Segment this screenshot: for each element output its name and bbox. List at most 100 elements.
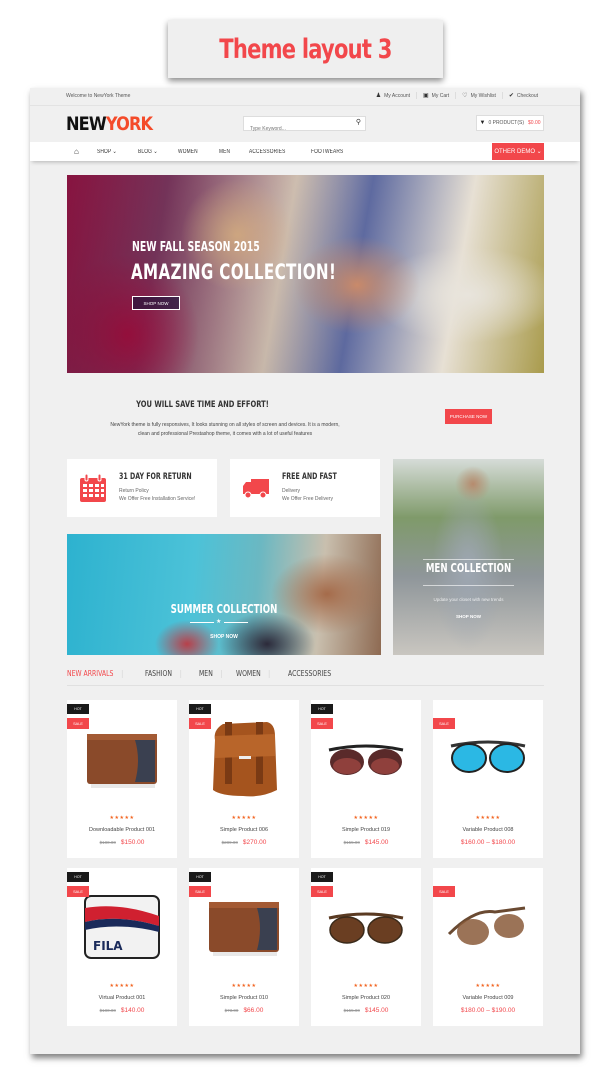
product-image[interactable] bbox=[323, 878, 409, 968]
nav-item-women[interactable]: Women bbox=[178, 149, 198, 155]
search-icon[interactable]: ⚲ bbox=[356, 118, 361, 126]
product-card[interactable]: HOT SALE ★★★★★ Simple Product 019 $155.00 $14… bbox=[311, 700, 421, 858]
bag-icon: ▣ bbox=[423, 93, 429, 99]
feature-return: 31 DAY FOR RETURN Return Policy We Offer… bbox=[67, 459, 217, 517]
caption-badge: Theme layout 3 bbox=[168, 20, 443, 78]
summer-shop-now-link[interactable]: SHOP NOW bbox=[67, 634, 381, 640]
summer-collection-banner[interactable]: SUMMER COLLECTION ★ SHOP NOW bbox=[67, 534, 381, 655]
tab-women[interactable]: WOMEN bbox=[236, 670, 271, 678]
nav-item-blog[interactable]: Blog ⌄ bbox=[138, 148, 158, 155]
product-name[interactable]: Simple Product 020 bbox=[311, 995, 421, 1001]
product-image[interactable] bbox=[323, 710, 409, 800]
chevron-down-icon: ⌄ bbox=[536, 149, 542, 155]
logo-part1: NEW bbox=[66, 113, 107, 135]
product-card[interactable]: HOT SALE ★★★★★ Downloadable Product 001 $180… bbox=[67, 700, 177, 858]
product-image[interactable] bbox=[201, 878, 287, 968]
home-icon[interactable]: ⌂ bbox=[74, 147, 79, 156]
logo[interactable]: NEWYORK bbox=[66, 113, 153, 135]
product-card[interactable]: HOT SALE ★★★★★ Simple Product 006 $289.00 $27… bbox=[189, 700, 299, 858]
my-wishlist-label: My Wishlist bbox=[470, 92, 496, 99]
product-image[interactable] bbox=[445, 710, 531, 800]
old-price: $289.00 bbox=[221, 840, 238, 845]
star-icon: ★ bbox=[216, 619, 222, 625]
product-price: $289.00 $270.00 bbox=[189, 839, 299, 846]
hot-badge: HOT bbox=[311, 872, 333, 882]
feature-line1: Delivery bbox=[282, 488, 301, 494]
top-bar: Welcome to NewYork Theme ♟ My Account ▣ My… bbox=[30, 88, 580, 106]
divider bbox=[190, 622, 214, 623]
hero-slider[interactable]: NEW FALL SEASON 2015 AMAZING COLLECTION!… bbox=[67, 175, 544, 373]
summer-title: SUMMER COLLECTION bbox=[170, 602, 278, 616]
user-icon: ♟ bbox=[375, 93, 382, 99]
other-demo-button[interactable]: Other Demo ⌄ bbox=[492, 143, 544, 160]
my-account-link[interactable]: ♟ My Account bbox=[370, 92, 416, 100]
tab-new-arrivals[interactable]: NEW ARRIVALS bbox=[67, 670, 123, 678]
product-image[interactable] bbox=[445, 878, 531, 968]
product-tabs: NEW ARRIVALS FASHION MEN WOMEN ACCESSORI… bbox=[67, 670, 544, 686]
purchase-now-button[interactable]: PURCHASE NOW bbox=[445, 409, 492, 424]
product-name[interactable]: Virtual Product 001 bbox=[67, 995, 177, 1001]
product-card[interactable]: HOT SALE ★★★★★ Simple Product 010 $73.00 $66.… bbox=[189, 868, 299, 1026]
top-links: ♟ My Account ▣ My Cart ♡ My Wishlist ✔ Check… bbox=[370, 92, 544, 99]
main-nav: ⌂ Shop ⌄ Blog ⌄ Women Men Accessories Fo… bbox=[30, 142, 580, 161]
nav-item-men[interactable]: Men bbox=[219, 149, 230, 155]
product-price: $180.00 $150.00 bbox=[67, 839, 177, 846]
my-cart-link[interactable]: ▣ My Cart bbox=[416, 92, 455, 99]
rating-stars: ★★★★★ bbox=[353, 983, 379, 989]
nav-item-shop[interactable]: Shop ⌄ bbox=[97, 148, 117, 155]
product-name[interactable]: Variable Product 009 bbox=[433, 995, 543, 1001]
nav-item-footwears[interactable]: Footwears bbox=[311, 149, 343, 155]
product-name[interactable]: Downloadable Product 001 bbox=[67, 827, 177, 833]
search-input[interactable] bbox=[244, 122, 344, 136]
tab-men[interactable]: MEN bbox=[199, 670, 222, 678]
hot-badge: HOT bbox=[189, 872, 211, 882]
heart-icon: ♡ bbox=[462, 93, 468, 99]
feature-line1: Return Policy bbox=[119, 488, 149, 494]
rating-stars: ★★★★★ bbox=[109, 983, 135, 989]
cart-total: $0.00 bbox=[528, 120, 541, 126]
caption-text: Theme layout 3 bbox=[219, 33, 392, 65]
nav-label-blog: Blog bbox=[137, 149, 152, 155]
feature-title: FREE AND FAST bbox=[282, 472, 337, 482]
product-card[interactable]: HOT SALE FILA ★★★★★ Virtual Product 001 $180.… bbox=[67, 868, 177, 1026]
product-image[interactable] bbox=[79, 710, 165, 800]
current-price: $66.00 bbox=[243, 1007, 264, 1014]
logo-part2: YORK bbox=[105, 113, 153, 135]
product-name[interactable]: Simple Product 010 bbox=[189, 995, 299, 1001]
cart-button[interactable]: ▼ 0 PRODUCT(S) $0.00 bbox=[476, 115, 544, 131]
sale-badge: SALE bbox=[311, 718, 333, 729]
my-wishlist-link[interactable]: ♡ My Wishlist bbox=[455, 92, 502, 99]
men-description: Update your closet with new trends bbox=[433, 597, 504, 602]
page-frame: Welcome to NewYork Theme ♟ My Account ▣ My… bbox=[30, 88, 580, 1054]
product-name[interactable]: Simple Product 019 bbox=[311, 827, 421, 833]
product-card[interactable]: SALE ★★★★★ Variable Product 008 $160.00 – $… bbox=[433, 700, 543, 858]
men-collection-banner[interactable]: MEN COLLECTION Update your closet with n… bbox=[393, 459, 544, 655]
sale-badge: SALE bbox=[189, 718, 211, 729]
feature-line2: We Offer Free Delivery bbox=[282, 496, 333, 502]
product-price: $180.00 $140.00 bbox=[67, 1007, 177, 1014]
product-image[interactable] bbox=[201, 710, 287, 800]
product-card[interactable]: SALE ★★★★★ Variable Product 009 $180.00 – $… bbox=[433, 868, 543, 1026]
men-shop-now-link[interactable]: SHOP NOW bbox=[393, 614, 544, 619]
checkout-link[interactable]: ✔ Checkout bbox=[501, 92, 544, 99]
old-price: $180.00 bbox=[99, 840, 116, 845]
men-title: MEN COLLECTION bbox=[425, 561, 512, 575]
hot-badge: HOT bbox=[67, 704, 89, 714]
search-box: ⚲ bbox=[243, 116, 366, 136]
basket-icon: ▼ bbox=[479, 120, 486, 126]
tab-accessories[interactable]: ACCESSORIES bbox=[288, 670, 339, 678]
old-price: $155.00 bbox=[343, 840, 360, 845]
product-name[interactable]: Simple Product 006 bbox=[189, 827, 299, 833]
tab-fashion[interactable]: FASHION bbox=[145, 670, 181, 678]
divider bbox=[423, 559, 514, 560]
product-card[interactable]: HOT SALE ★★★★★ Simple Product 020 $155.00 $14… bbox=[311, 868, 421, 1026]
rating-stars: ★★★★★ bbox=[475, 815, 501, 821]
divider bbox=[224, 622, 248, 623]
old-price: $180.00 bbox=[99, 1008, 116, 1013]
product-image[interactable]: FILA bbox=[79, 878, 165, 968]
other-demo-label: Other Demo bbox=[494, 148, 535, 155]
hero-shop-now-button[interactable]: SHOP NOW bbox=[132, 296, 180, 310]
nav-item-accessories[interactable]: Accessories bbox=[249, 149, 285, 155]
product-name[interactable]: Variable Product 008 bbox=[433, 827, 543, 833]
feature-line2: We Offer Free Installation Service! bbox=[119, 496, 196, 502]
